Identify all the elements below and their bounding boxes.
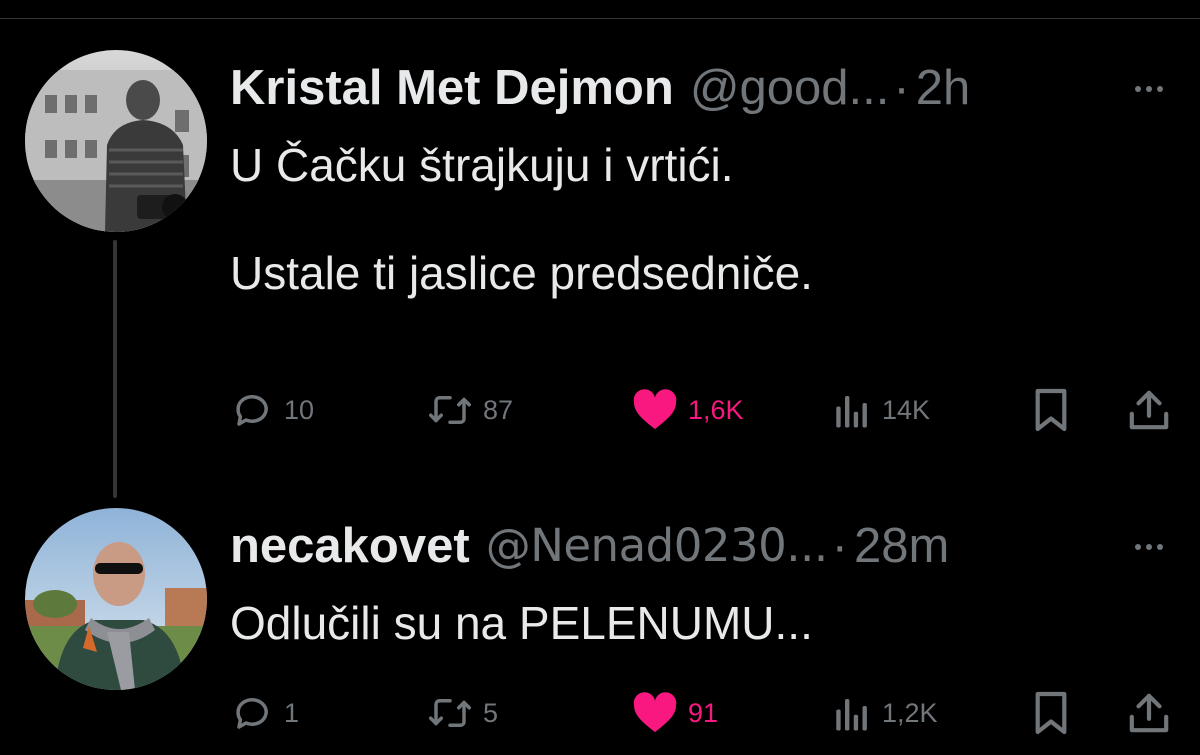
reply-icon (236, 697, 268, 729)
tweet-text: U Čačku štrajkuju i vrtići. Ustale ti ja… (230, 139, 813, 299)
tweet-actions: 1 5 91 1,2K (0, 688, 1200, 738)
retweet-button[interactable]: 5 (427, 688, 498, 738)
reply-count: 10 (284, 394, 315, 425)
bookmark-button[interactable] (1032, 385, 1070, 435)
avatar[interactable] (25, 508, 207, 690)
share-button[interactable] (1128, 385, 1170, 435)
views-count: 1,2K (882, 697, 938, 728)
retweet-count: 87 (483, 394, 514, 425)
avatar[interactable] (25, 50, 207, 232)
views-button[interactable]: 14K (832, 385, 930, 435)
heart-icon (633, 389, 677, 430)
share-icon (1129, 693, 1169, 733)
views-icon (836, 396, 867, 428)
thread-connector-line (113, 240, 117, 498)
views-button[interactable]: 1,2K (832, 688, 938, 738)
like-count: 91 (688, 697, 719, 728)
author-name[interactable]: necakovet (230, 516, 470, 576)
like-button[interactable]: 91 (632, 688, 718, 738)
bookmark-button[interactable] (1032, 688, 1070, 738)
retweet-button[interactable]: 87 (427, 385, 513, 435)
timestamp[interactable]: 2h (916, 58, 971, 118)
like-button[interactable]: 1,6K (632, 385, 744, 435)
views-count: 14K (882, 394, 931, 425)
heart-icon (633, 692, 677, 733)
separator-dot: · (831, 519, 848, 573)
like-count: 1,6K (688, 394, 744, 425)
views-icon (836, 699, 867, 731)
top-divider (0, 18, 1200, 19)
reply-button[interactable]: 1 (232, 688, 299, 738)
reply-button[interactable]: 10 (232, 385, 314, 435)
share-icon (1129, 390, 1169, 430)
timestamp[interactable]: 28m (854, 516, 949, 576)
tweet-header: necakovet @Nenad0230... · 28m (230, 516, 949, 576)
retweet-count: 5 (483, 697, 499, 728)
more-icon[interactable] (1125, 74, 1173, 104)
reply-icon (236, 394, 268, 426)
tweet-header: Kristal Met Dejmon @good... · 2h (230, 58, 970, 118)
retweet-icon (429, 396, 471, 424)
tweet-actions: 10 87 1,6K 14K (0, 385, 1200, 435)
author-name[interactable]: Kristal Met Dejmon (230, 58, 674, 118)
reply-count: 1 (284, 697, 300, 728)
share-button[interactable] (1128, 688, 1170, 738)
bookmark-icon (1035, 691, 1067, 735)
retweet-icon (429, 699, 471, 727)
tweet-text: Odlučili su na PELENUMU... (230, 597, 813, 649)
more-icon[interactable] (1125, 532, 1173, 562)
separator-dot: · (893, 61, 910, 115)
bookmark-icon (1035, 388, 1067, 432)
author-handle[interactable]: @good... (690, 58, 890, 118)
author-handle[interactable]: @Nenad0230... (486, 516, 828, 576)
